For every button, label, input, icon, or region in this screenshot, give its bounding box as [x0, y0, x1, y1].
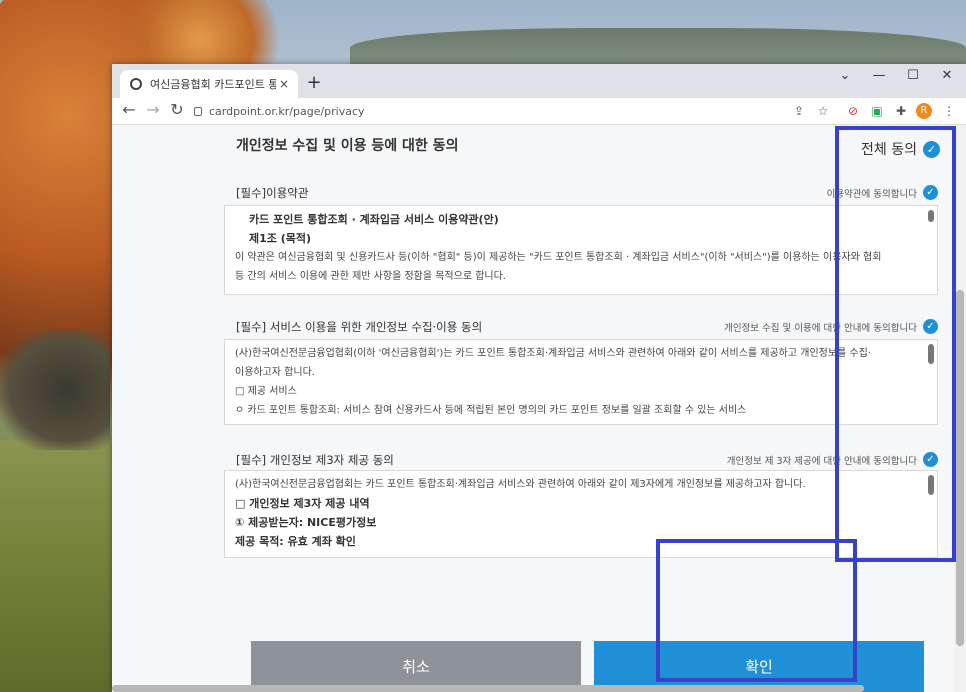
page-scroll-thumb[interactable]: [956, 290, 964, 646]
minimize-icon[interactable]: —: [862, 64, 896, 88]
terms-content-box[interactable]: 카드 포인트 통합조회 · 계좌입금 서비스 이용약관(안) 제1조 (목적) …: [224, 205, 938, 295]
tree-trunk: [0, 330, 110, 450]
terms-title: [필수]이용약관: [236, 186, 309, 200]
profile-avatar[interactable]: R: [916, 103, 932, 119]
tab-close-icon[interactable]: ×: [276, 77, 292, 91]
back-icon[interactable]: ←: [118, 100, 140, 119]
terms-article-1: 제1조 (목적): [249, 232, 312, 245]
url-text: cardpoint.or.kr/page/privacy: [209, 104, 365, 118]
maximize-icon[interactable]: ☐: [896, 64, 930, 88]
terms-doc-title: 카드 포인트 통합조회 · 계좌입금 서비스 이용약관(안): [249, 213, 499, 226]
annotation-box-agree-column: [835, 126, 956, 562]
collection-line: (사)한국여신전문금융업협회(이하 '여신금융협회')는 카드 포인트 통합조회…: [235, 348, 872, 359]
address-bar[interactable]: cardpoint.or.kr/page/privacy: [194, 100, 794, 122]
collection-line: 이용하고자 합니다.: [235, 367, 315, 378]
browser-toolbar: ← → ↻ cardpoint.or.kr/page/privacy ⇪ ☆ ⊘…: [112, 98, 966, 125]
forward-icon[interactable]: →: [142, 100, 164, 119]
lock-icon: [194, 106, 202, 116]
third-party-recipient: ① 제공받는자: NICE평가정보: [235, 516, 377, 529]
new-tab-button[interactable]: +: [304, 72, 324, 93]
tab-search-chevron-icon[interactable]: ⌄: [828, 64, 862, 88]
collection-title: [필수] 서비스 이용을 위한 개인정보 수집·이용 동의: [236, 320, 483, 334]
close-window-icon[interactable]: ✕: [930, 64, 964, 88]
globe-icon: [130, 78, 142, 90]
third-party-title: [필수] 개인정보 제3자 제공 동의: [236, 453, 394, 467]
bookmark-star-icon[interactable]: ☆: [814, 102, 832, 120]
collection-line: □ 제공 서비스: [235, 386, 297, 397]
horizontal-scroll-thumb[interactable]: [112, 685, 864, 692]
browser-tab[interactable]: 여신금융협회 카드포인트 통합조회 ×: [120, 70, 298, 98]
third-party-heading: □ 개인정보 제3자 제공 내역: [235, 497, 370, 510]
annotation-box-confirm: [656, 539, 857, 682]
reload-icon[interactable]: ↻: [166, 100, 188, 119]
extension-green-icon[interactable]: ▣: [868, 102, 886, 120]
share-icon[interactable]: ⇪: [790, 102, 808, 120]
third-party-line: (사)한국여신전문금융업협회는 카드 포인트 통합조회·계좌입금 서비스와 관련…: [235, 479, 806, 490]
menu-kebab-icon[interactable]: ⋮: [940, 102, 958, 120]
tab-title: 여신금융협회 카드포인트 통합조회: [150, 78, 276, 91]
collection-content-box[interactable]: (사)한국여신전문금융업협회(이하 '여신금융협회')는 카드 포인트 통합조회…: [224, 339, 938, 425]
terms-line: 이 약관은 여신금융협회 및 신용카드사 등(이하 "협회" 등)이 제공하는 …: [235, 252, 882, 263]
page-title: 개인정보 수집 및 이용 등에 대한 동의: [236, 138, 459, 154]
terms-line: 등 간의 서비스 이용에 관한 제반 사항을 정함을 목적으로 합니다.: [235, 271, 506, 282]
collection-line: ㅇ 카드 포인트 통합조회: 서비스 참여 신용카드사 등에 적립된 본인 명의…: [235, 405, 747, 416]
puzzle-icon[interactable]: ✚: [892, 102, 910, 120]
adblock-icon[interactable]: ⊘: [844, 102, 862, 120]
tab-strip: 여신금융협회 카드포인트 통합조회 × + ⌄ — ☐ ✕: [112, 64, 966, 98]
